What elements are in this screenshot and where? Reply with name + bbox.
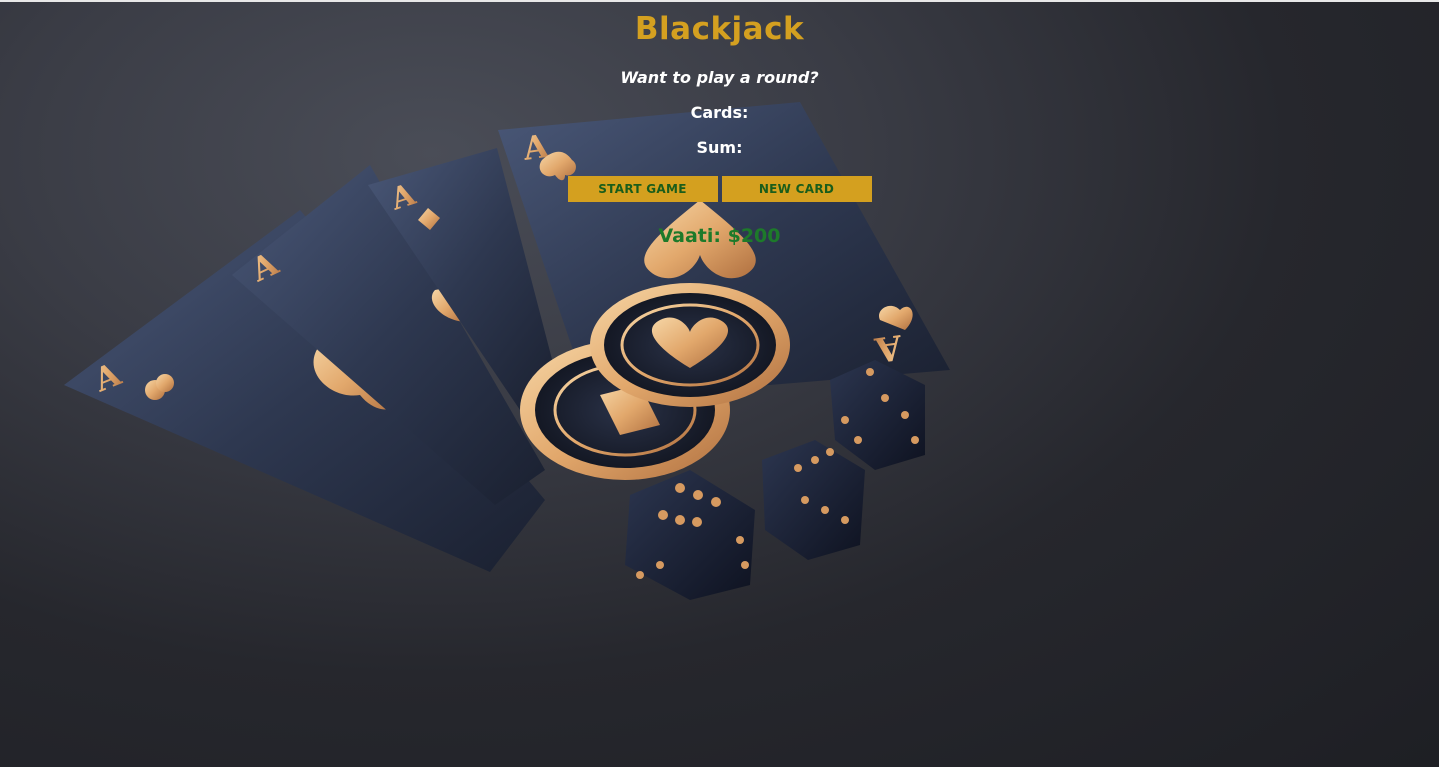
sum-label: Sum: [696,138,743,157]
die-middle [762,440,865,560]
player-info: Vaati: $200 [658,225,781,247]
button-row: START GAME NEW CARD [0,176,1439,202]
die-back [830,360,925,470]
poker-chip-top [590,283,790,407]
game-message: Want to play a round? [620,68,819,87]
cards-label: Cards: [690,103,749,122]
new-card-button[interactable]: NEW CARD [721,176,872,202]
page-title: Blackjack [634,11,805,47]
start-game-button[interactable]: START GAME [567,176,718,202]
game-panel: Blackjack Want to play a round? Cards: S… [0,0,1439,248]
die-front [625,470,755,600]
